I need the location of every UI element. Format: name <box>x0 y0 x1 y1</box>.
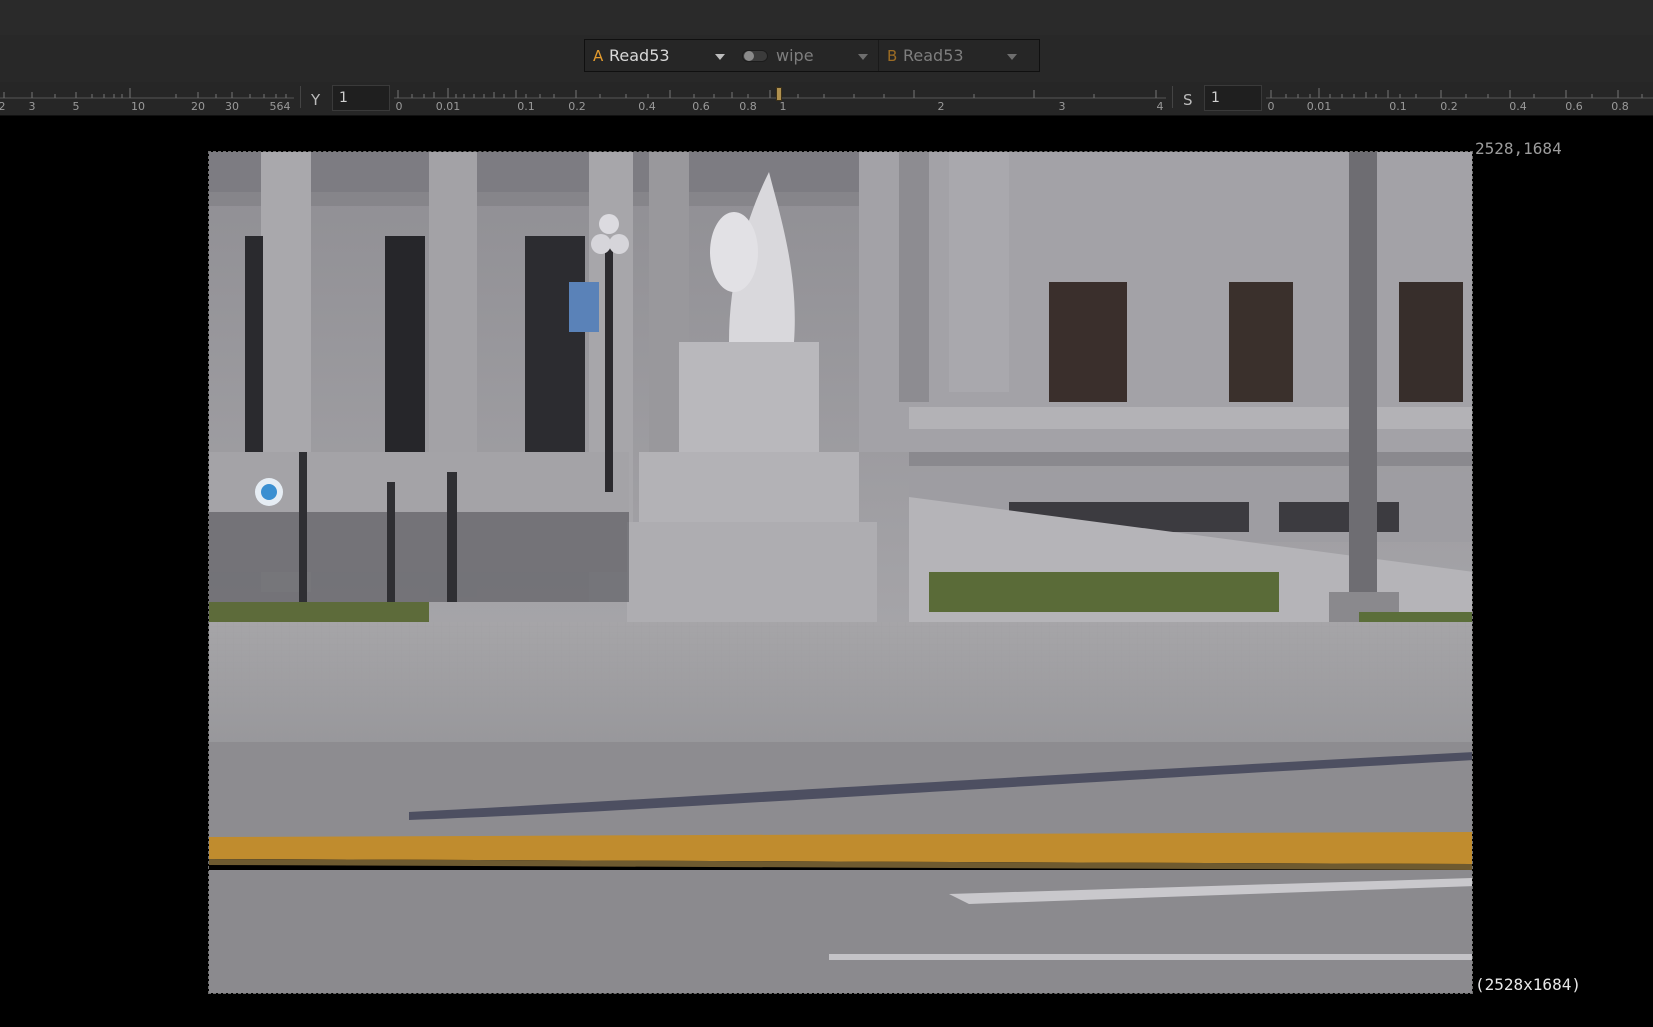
compare-mode-dropdown[interactable]: wipe <box>730 40 878 71</box>
gamma-tick-label: 0.2 <box>568 100 586 113</box>
gamma-tick-label: 4 <box>1156 100 1164 113</box>
wipe-toggle-switch[interactable] <box>742 49 768 62</box>
chevron-down-icon <box>715 54 725 60</box>
slider-divider <box>300 86 301 108</box>
saturation-tick-label: 0.01 <box>1306 100 1332 113</box>
gamma-tick-label: 2 <box>937 100 945 113</box>
b-input-name: Read53 <box>903 46 964 65</box>
format-label: (2528x1684) <box>1475 975 1581 994</box>
gain-tick-label: 10 <box>131 100 145 113</box>
saturation-tick-label: 0 <box>1267 100 1275 113</box>
compare-mode-label: wipe <box>776 46 814 65</box>
gain-tick-label: 564 <box>269 100 291 113</box>
saturation-tick-label: 0.1 <box>1389 100 1407 113</box>
saturation-tick-label: 0.8 <box>1611 100 1629 113</box>
a-input-letter: A <box>593 46 604 65</box>
gamma-tick-label: 3 <box>1058 100 1066 113</box>
gamma-tick-label: 1 <box>779 100 787 113</box>
chevron-down-icon <box>1007 54 1017 60</box>
slider-divider <box>1172 86 1173 108</box>
saturation-slider[interactable]: 0 0.01 0.1 0.2 0.4 0.6 0.8 <box>1266 84 1653 114</box>
saturation-tick-label: 0.4 <box>1509 100 1527 113</box>
viewer-image[interactable] <box>208 151 1473 994</box>
gamma-tick-label: 0.01 <box>435 100 461 113</box>
gamma-slider-handle[interactable] <box>776 87 782 101</box>
plaza-photo <box>209 152 1472 993</box>
b-input-letter: B <box>887 46 898 65</box>
saturation-input[interactable]: 1 <box>1204 85 1262 111</box>
ab-compare-widget: A Read53 wipe B Read53 <box>584 39 1040 72</box>
gamma-tick-label: 0.6 <box>692 100 710 113</box>
saturation-tick-label: 0.2 <box>1440 100 1458 113</box>
gamma-label: Y <box>311 91 321 109</box>
gamma-tick-label: 0.8 <box>739 100 757 113</box>
gain-tick-label: 30 <box>225 100 239 113</box>
bbox-top-right-coords: 2528,1684 <box>1475 139 1562 158</box>
chevron-down-icon <box>858 54 868 60</box>
b-input-dropdown[interactable]: B Read53 <box>878 40 1039 71</box>
a-input-dropdown[interactable]: A Read53 <box>585 40 730 71</box>
gain-slider[interactable]: 2 3 5 10 20 30 564 <box>0 84 294 114</box>
gamma-tick-label: 0 <box>395 100 403 113</box>
a-input-name: Read53 <box>609 46 670 65</box>
saturation-label: S <box>1183 91 1193 109</box>
gain-tick-label: 20 <box>191 100 205 113</box>
gamma-tick-label: 0.4 <box>638 100 656 113</box>
gamma-input[interactable]: 1 <box>332 85 390 111</box>
gamma-tick-label: 0.1 <box>517 100 535 113</box>
viewer-title-bar <box>0 0 1653 35</box>
gain-tick-label: 3 <box>28 100 36 113</box>
gain-tick-label: 5 <box>72 100 80 113</box>
gain-slider-ticks <box>0 88 294 99</box>
gain-tick-label: 2 <box>0 100 6 113</box>
saturation-tick-label: 0.6 <box>1565 100 1583 113</box>
